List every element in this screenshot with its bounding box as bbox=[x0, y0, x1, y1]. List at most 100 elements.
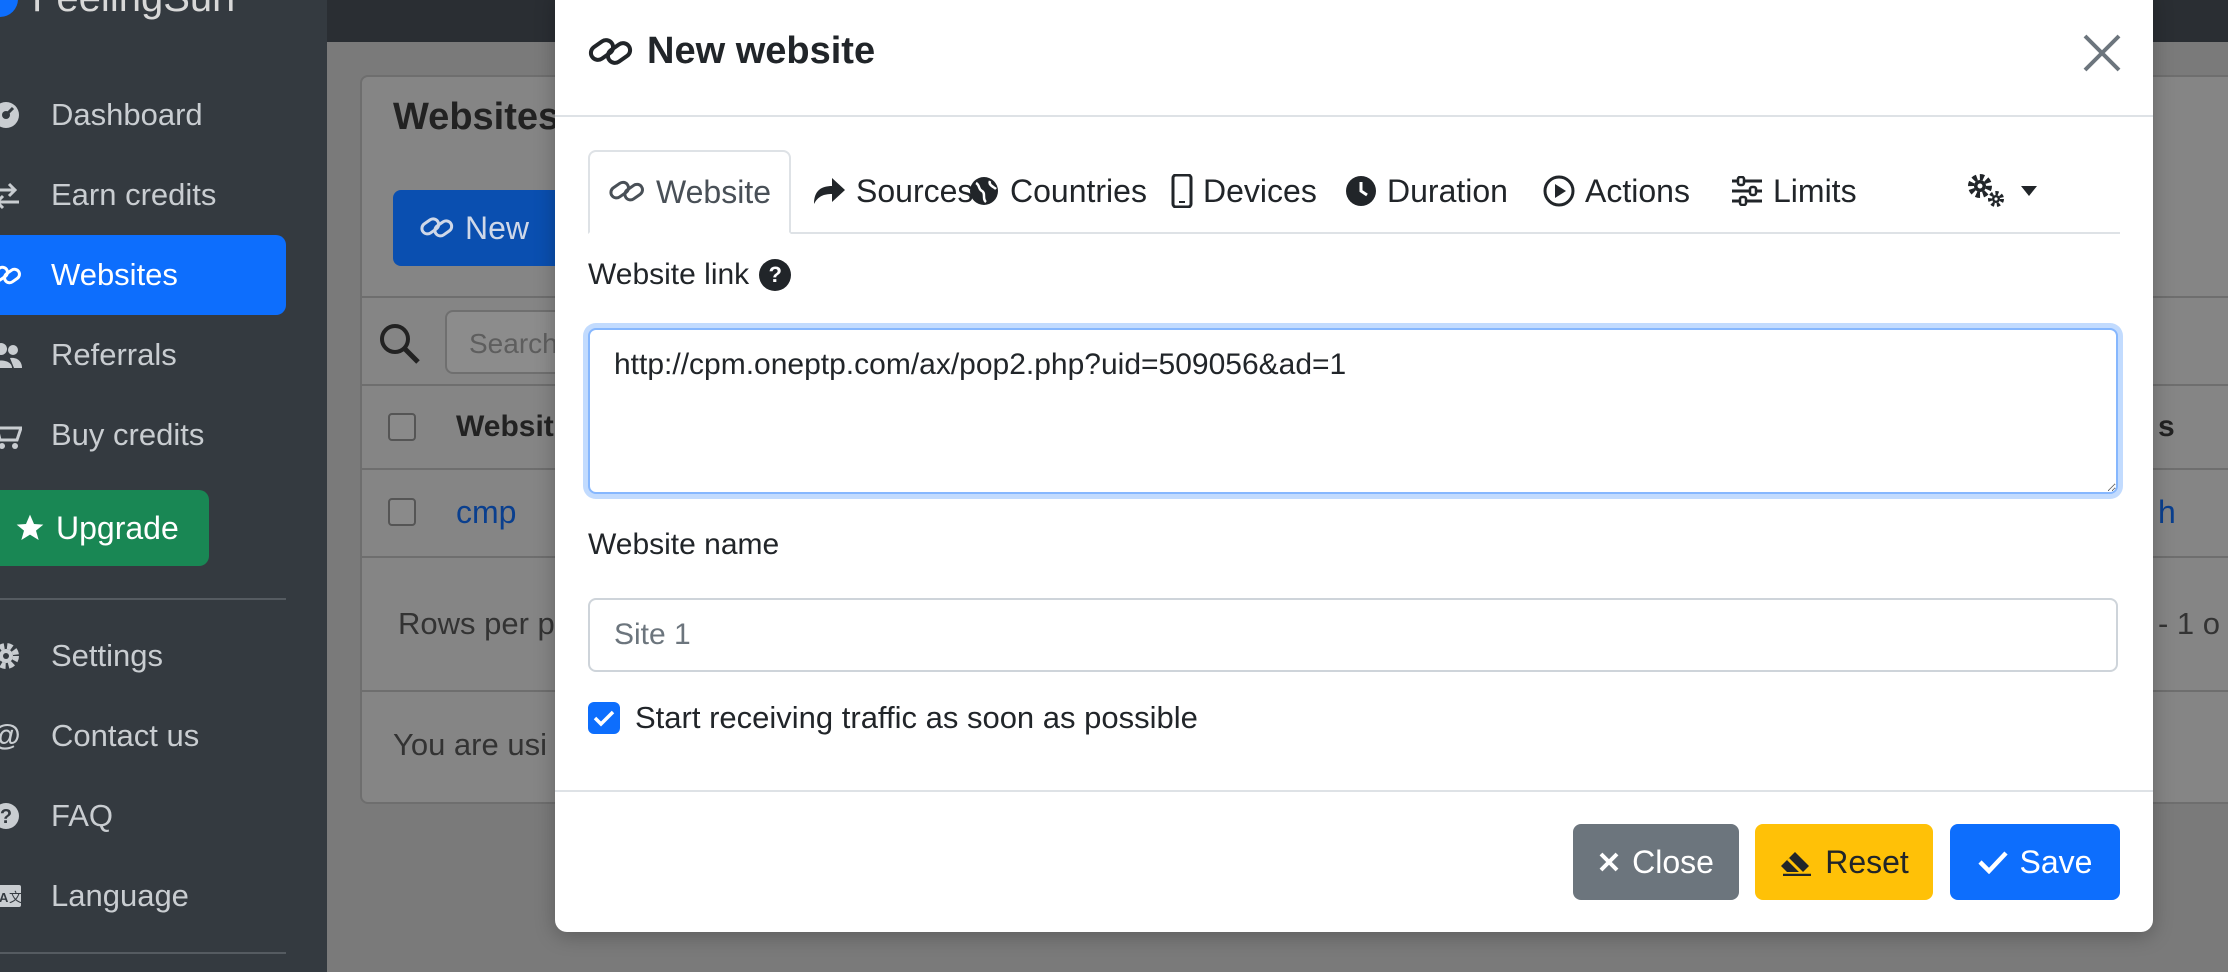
sidebar: FeelingSurf Dashboard Earn credits Websi… bbox=[0, 0, 327, 972]
tab-label: Devices bbox=[1203, 172, 1317, 209]
question-icon: ? bbox=[0, 801, 26, 831]
modal-close-icon[interactable] bbox=[2077, 28, 2127, 78]
pagination-info: - 1 o bbox=[2158, 606, 2221, 641]
mobile-icon bbox=[1171, 174, 1193, 208]
save-button[interactable]: Save bbox=[1950, 824, 2120, 900]
upgrade-label: Upgrade bbox=[56, 509, 179, 546]
close-icon bbox=[1599, 852, 1619, 872]
eraser-icon bbox=[1781, 852, 1812, 876]
brand-logo-icon bbox=[0, 0, 18, 17]
sidebar-item-label: FAQ bbox=[51, 798, 114, 833]
modal-title: New website bbox=[587, 30, 875, 73]
save-button-label: Save bbox=[2019, 843, 2093, 880]
tab-label: Sources bbox=[856, 172, 974, 209]
sidebar-item-label: Language bbox=[51, 878, 189, 913]
sidebar-item-settings[interactable]: Settings bbox=[0, 616, 286, 696]
exchange-icon bbox=[0, 180, 26, 210]
close-button-label: Close bbox=[1632, 843, 1714, 880]
tab-advanced-dropdown[interactable] bbox=[1966, 150, 2038, 232]
website-link-label-text: Website link bbox=[588, 258, 750, 291]
tab-actions[interactable]: Actions bbox=[1543, 150, 1690, 232]
close-button[interactable]: Close bbox=[1573, 824, 1739, 900]
share-icon bbox=[814, 178, 845, 204]
page-title: Websites bbox=[393, 96, 560, 138]
tab-website[interactable]: Website bbox=[588, 150, 792, 234]
modal-header-divider bbox=[555, 115, 2153, 117]
website-name-link[interactable]: cmp bbox=[456, 494, 516, 531]
start-traffic-label[interactable]: Start receiving traffic as soon as possi… bbox=[635, 700, 1198, 736]
globe-icon bbox=[970, 177, 998, 205]
column-header-website[interactable]: Websit bbox=[456, 410, 554, 444]
tab-duration[interactable]: Duration bbox=[1345, 150, 1508, 232]
sidebar-item-language[interactable]: A文 Language bbox=[0, 856, 286, 936]
cart-icon bbox=[0, 420, 26, 450]
sidebar-divider bbox=[0, 952, 286, 954]
website-link-input[interactable] bbox=[588, 328, 2118, 494]
gear-icon bbox=[0, 641, 26, 671]
checkmark-icon bbox=[1977, 851, 2008, 874]
sidebar-item-referrals[interactable]: Referrals bbox=[0, 315, 286, 395]
brand[interactable]: FeelingSurf bbox=[0, 0, 237, 21]
select-all-checkbox[interactable] bbox=[388, 413, 416, 441]
plan-info-text: You are usi bbox=[393, 727, 547, 762]
new-website-modal: New website Website Sources Countries De… bbox=[555, 0, 2153, 932]
reset-button[interactable]: Reset bbox=[1755, 824, 1933, 900]
sidebar-item-faq[interactable]: ? FAQ bbox=[0, 776, 286, 856]
caret-down-icon bbox=[2021, 186, 2037, 196]
gauge-icon bbox=[0, 100, 26, 130]
website-link-label: Website link ? bbox=[588, 258, 792, 292]
sidebar-item-label: Dashboard bbox=[51, 97, 203, 132]
sidebar-item-earn-credits[interactable]: Earn credits bbox=[0, 155, 286, 235]
sidebar-item-buy-credits[interactable]: Buy credits bbox=[0, 395, 286, 475]
modal-footer-divider bbox=[555, 790, 2153, 792]
tab-label: Website bbox=[656, 173, 772, 210]
tab-label: Countries bbox=[1010, 172, 1147, 209]
modal-tabs: Website Sources Countries Devices Durati… bbox=[588, 150, 2120, 234]
new-website-button[interactable]: New bbox=[393, 190, 563, 266]
tab-limits[interactable]: Limits bbox=[1731, 150, 1857, 232]
link-icon bbox=[609, 180, 644, 202]
tab-countries[interactable]: Countries bbox=[968, 150, 1147, 232]
row-action-link[interactable]: h bbox=[2158, 494, 2176, 531]
reset-button-label: Reset bbox=[1825, 843, 1909, 880]
play-circle-icon bbox=[1543, 175, 1575, 207]
sidebar-item-label: Websites bbox=[51, 257, 178, 292]
svg-text:A: A bbox=[0, 890, 9, 905]
tab-label: Duration bbox=[1387, 172, 1508, 209]
sliders-icon bbox=[1732, 176, 1762, 206]
svg-text:?: ? bbox=[0, 806, 12, 828]
upgrade-button[interactable]: Upgrade bbox=[0, 490, 209, 566]
sidebar-divider bbox=[0, 598, 286, 600]
website-name-input[interactable] bbox=[588, 598, 2118, 672]
column-header-status[interactable]: s bbox=[2158, 410, 2175, 444]
clock-icon bbox=[1346, 176, 1376, 206]
start-traffic-checkbox[interactable] bbox=[588, 702, 620, 734]
checkmark-icon bbox=[593, 710, 615, 727]
link-icon bbox=[420, 217, 454, 238]
users-icon bbox=[0, 340, 26, 370]
tab-label: Limits bbox=[1773, 172, 1857, 209]
website-name-label: Website name bbox=[588, 528, 780, 561]
rows-per-page-label: Rows per p bbox=[398, 606, 555, 641]
at-icon: @ bbox=[0, 719, 26, 753]
sidebar-item-label: Buy credits bbox=[51, 417, 205, 452]
brand-name: FeelingSurf bbox=[32, 0, 237, 21]
row-checkbox[interactable] bbox=[388, 498, 416, 526]
gears-icon bbox=[1968, 174, 2004, 207]
svg-text:文: 文 bbox=[9, 890, 22, 905]
new-button-label: New bbox=[465, 209, 530, 246]
search-icon bbox=[378, 322, 422, 371]
sidebar-item-label: Earn credits bbox=[51, 177, 217, 212]
help-icon[interactable]: ? bbox=[759, 259, 792, 291]
sidebar-item-label: Referrals bbox=[51, 337, 177, 372]
star-icon bbox=[14, 512, 46, 544]
sidebar-item-websites[interactable]: Websites bbox=[0, 235, 286, 315]
modal-title-text: New website bbox=[647, 30, 876, 72]
sidebar-item-contact-us[interactable]: @ Contact us bbox=[0, 696, 286, 776]
tab-label: Actions bbox=[1585, 172, 1690, 209]
tab-devices[interactable]: Devices bbox=[1171, 150, 1317, 232]
sidebar-item-dashboard[interactable]: Dashboard bbox=[0, 75, 286, 155]
sidebar-item-label: Settings bbox=[51, 638, 164, 673]
tab-sources[interactable]: Sources bbox=[812, 150, 973, 232]
language-icon: A文 bbox=[0, 882, 26, 910]
